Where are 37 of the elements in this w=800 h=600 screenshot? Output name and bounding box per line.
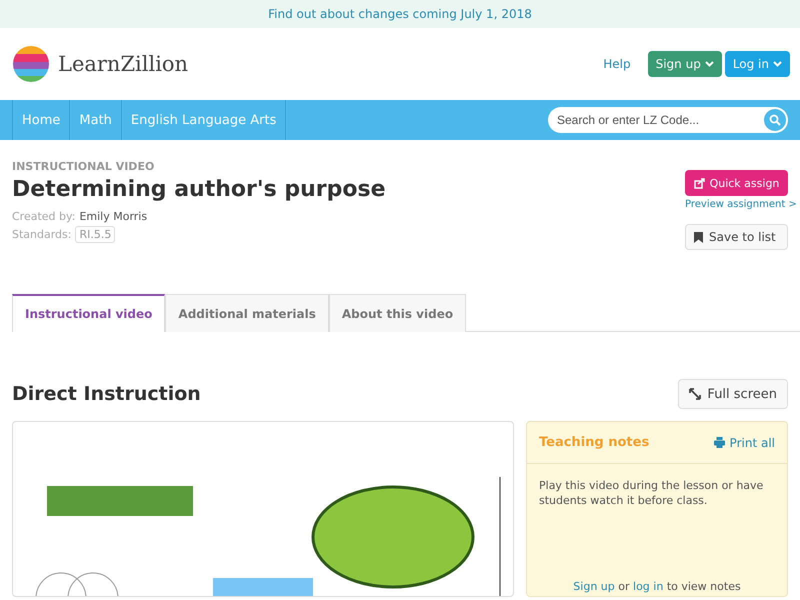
full-screen-button[interactable]: Full screen bbox=[678, 379, 788, 409]
logo-text[interactable]: LearnZillion bbox=[58, 52, 188, 76]
expand-icon bbox=[689, 388, 702, 400]
created-by-label: Created by: bbox=[12, 210, 76, 223]
save-to-list-button[interactable]: Save to list bbox=[685, 224, 788, 250]
tab[interactable]: Instructional video bbox=[12, 294, 166, 332]
login-prompt: Sign up or log in to view notes bbox=[572, 580, 742, 593]
author-name: Emily Morris bbox=[79, 210, 148, 223]
print-all-link[interactable]: Print all bbox=[714, 436, 775, 450]
video-frame[interactable] bbox=[12, 421, 514, 597]
nav-link[interactable]: Math bbox=[69, 100, 121, 140]
teaching-notes-title: Teaching notes bbox=[539, 435, 650, 450]
logo-icon bbox=[12, 45, 50, 83]
printer-icon bbox=[714, 437, 725, 448]
standards-label: Standards: bbox=[12, 228, 72, 241]
chevron-down-icon bbox=[773, 61, 782, 67]
lesson-title: Determining author's purpose bbox=[12, 177, 386, 202]
log-in-button[interactable]: Log in bbox=[724, 51, 790, 77]
preview-assignment-link[interactable]: Preview assignment > bbox=[685, 199, 797, 210]
tab[interactable]: About this video bbox=[328, 294, 466, 332]
sign-up-link[interactable]: Sign up bbox=[573, 580, 615, 593]
search-field[interactable]: Search or enter LZ Code... bbox=[548, 107, 788, 133]
section-title: Direct Instruction bbox=[12, 383, 201, 405]
quick-assign-button[interactable]: Quick assign bbox=[685, 170, 788, 196]
notes-text: Play this video during the lesson or have students watch it before class. bbox=[538, 478, 764, 510]
sign-up-button[interactable]: Sign up bbox=[648, 51, 722, 77]
chevron-down-icon bbox=[704, 61, 714, 67]
nav-link[interactable]: Home bbox=[12, 100, 70, 140]
standard-tag[interactable]: RI.5.5 bbox=[75, 226, 116, 243]
bookmark-icon bbox=[694, 232, 703, 242]
tab[interactable]: Additional materials bbox=[165, 294, 329, 332]
content-type-label: INSTRUCTIONAL VIDEO bbox=[12, 160, 156, 173]
announcement-banner[interactable]: Find out about changes coming July 1, 2018 bbox=[0, 0, 800, 28]
nav-link[interactable]: English Language Arts bbox=[120, 100, 286, 140]
share-icon bbox=[694, 178, 705, 188]
help-link[interactable]: Help bbox=[603, 57, 631, 71]
log-in-link[interactable]: log in bbox=[633, 580, 664, 593]
